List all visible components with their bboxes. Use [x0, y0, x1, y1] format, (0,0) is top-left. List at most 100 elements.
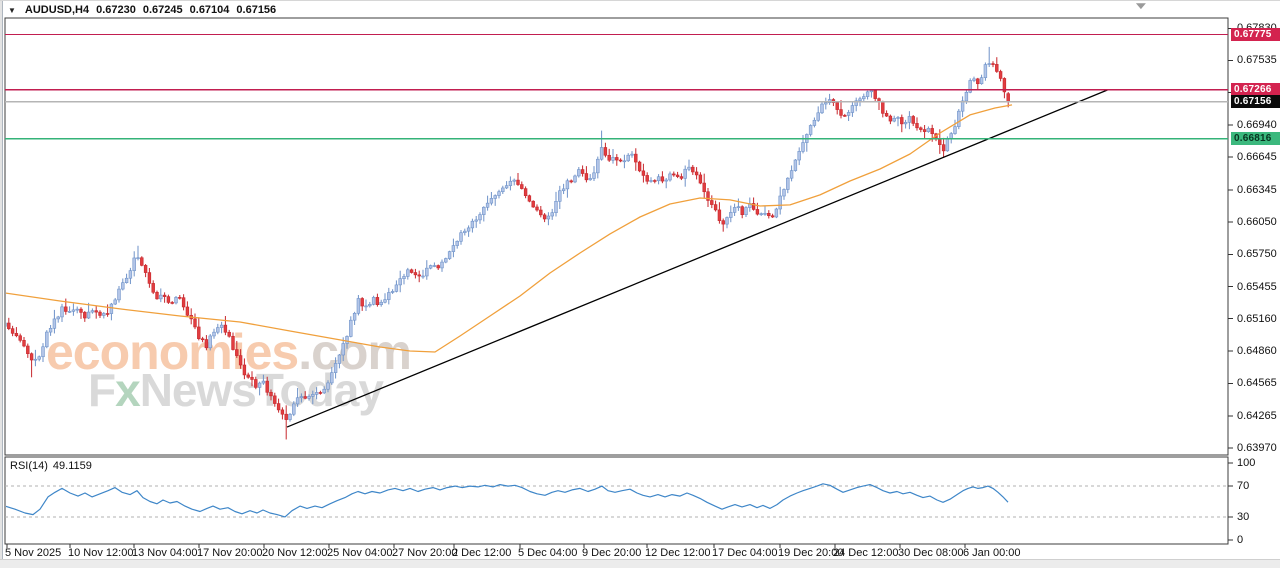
candle: [441, 262, 444, 268]
candle: [159, 295, 162, 299]
candle: [30, 354, 33, 360]
candle: [722, 221, 725, 224]
candle: [216, 328, 219, 333]
candle: [893, 118, 896, 121]
price-axis-label: 0.63970: [1237, 442, 1277, 454]
candle: [289, 414, 292, 419]
candle: [733, 207, 736, 212]
rsi-scale-label: 0: [1237, 534, 1243, 546]
candle: [498, 192, 501, 196]
candle: [19, 336, 22, 341]
candle: [452, 246, 455, 252]
candle: [593, 173, 596, 179]
candle: [870, 90, 873, 91]
candle: [118, 289, 121, 300]
candle: [334, 363, 337, 372]
candle: [574, 176, 577, 182]
chart-shift-marker-icon[interactable]: ▼: [1133, 1, 1150, 12]
candle: [429, 266, 432, 269]
candle: [285, 414, 288, 419]
candle: [357, 298, 360, 313]
candle: [197, 327, 200, 339]
candle: [714, 205, 717, 210]
candle: [323, 389, 326, 393]
candle: [292, 404, 295, 414]
candle: [102, 313, 105, 315]
candle: [448, 252, 451, 259]
candle: [49, 328, 52, 332]
candle: [927, 128, 930, 131]
rsi-plot-area[interactable]: [5, 457, 1228, 544]
candle: [771, 216, 774, 217]
candle: [140, 258, 143, 266]
candle: [372, 297, 375, 304]
candle: [885, 113, 888, 116]
candle: [840, 110, 843, 116]
candle: [995, 64, 998, 71]
candle: [251, 377, 254, 379]
candle: [456, 241, 459, 245]
main-plot-area[interactable]: [5, 18, 1228, 455]
price-level-badge: 0.66816: [1231, 132, 1280, 145]
candle: [346, 336, 349, 343]
candle: [650, 180, 653, 181]
candle: [946, 139, 949, 151]
candle: [669, 174, 672, 180]
candle: [718, 210, 721, 221]
candle: [528, 196, 531, 202]
candle: [399, 279, 402, 285]
candle: [167, 297, 170, 303]
candle: [509, 181, 512, 185]
candle: [414, 273, 417, 275]
time-axis-label: 9 Dec 20:00: [582, 547, 641, 559]
candle: [973, 79, 976, 81]
candle: [254, 379, 257, 387]
time-axis-label: 24 Dec 12:00: [833, 547, 898, 559]
candle: [315, 392, 318, 394]
candle: [585, 174, 588, 180]
candle: [471, 221, 474, 228]
candle: [790, 171, 793, 179]
candle: [954, 127, 957, 134]
candle: [152, 283, 155, 292]
candle: [980, 78, 983, 84]
chart-window: ▼ AUDUSD,H4 0.67230 0.67245 0.67104 0.67…: [0, 0, 1280, 568]
candle: [961, 101, 964, 111]
candle: [7, 323, 10, 329]
candle: [178, 297, 181, 298]
candle: [638, 162, 641, 171]
price-axis-label: 0.66345: [1237, 184, 1277, 196]
candle: [406, 270, 409, 277]
candle: [114, 300, 117, 304]
candle: [171, 302, 174, 303]
price-axis-label: 0.65160: [1237, 313, 1277, 325]
candle: [304, 397, 307, 399]
candle: [756, 209, 759, 214]
chart-canvas[interactable]: [0, 1, 1280, 568]
candle: [741, 207, 744, 215]
candle: [349, 320, 352, 336]
trendline[interactable]: [287, 90, 1108, 427]
candle: [395, 285, 398, 292]
candle: [175, 297, 178, 303]
candle: [764, 213, 767, 214]
candle: [562, 189, 565, 191]
candle: [330, 373, 333, 383]
candle: [919, 128, 922, 130]
candle: [551, 213, 554, 216]
candle: [760, 214, 763, 215]
candle: [11, 329, 14, 334]
candle: [596, 159, 599, 173]
close-value: 0.67156: [236, 4, 276, 16]
time-axis-label: 5 Dec 04:00: [518, 547, 577, 559]
candle: [361, 298, 364, 306]
candle: [539, 210, 542, 215]
symbol-collapse-icon[interactable]: ▼: [8, 6, 16, 15]
candle: [695, 172, 698, 175]
candle: [619, 160, 622, 161]
candle: [262, 381, 265, 383]
candle: [410, 270, 413, 273]
candle: [482, 207, 485, 214]
candle: [213, 332, 216, 336]
candle: [600, 147, 603, 159]
